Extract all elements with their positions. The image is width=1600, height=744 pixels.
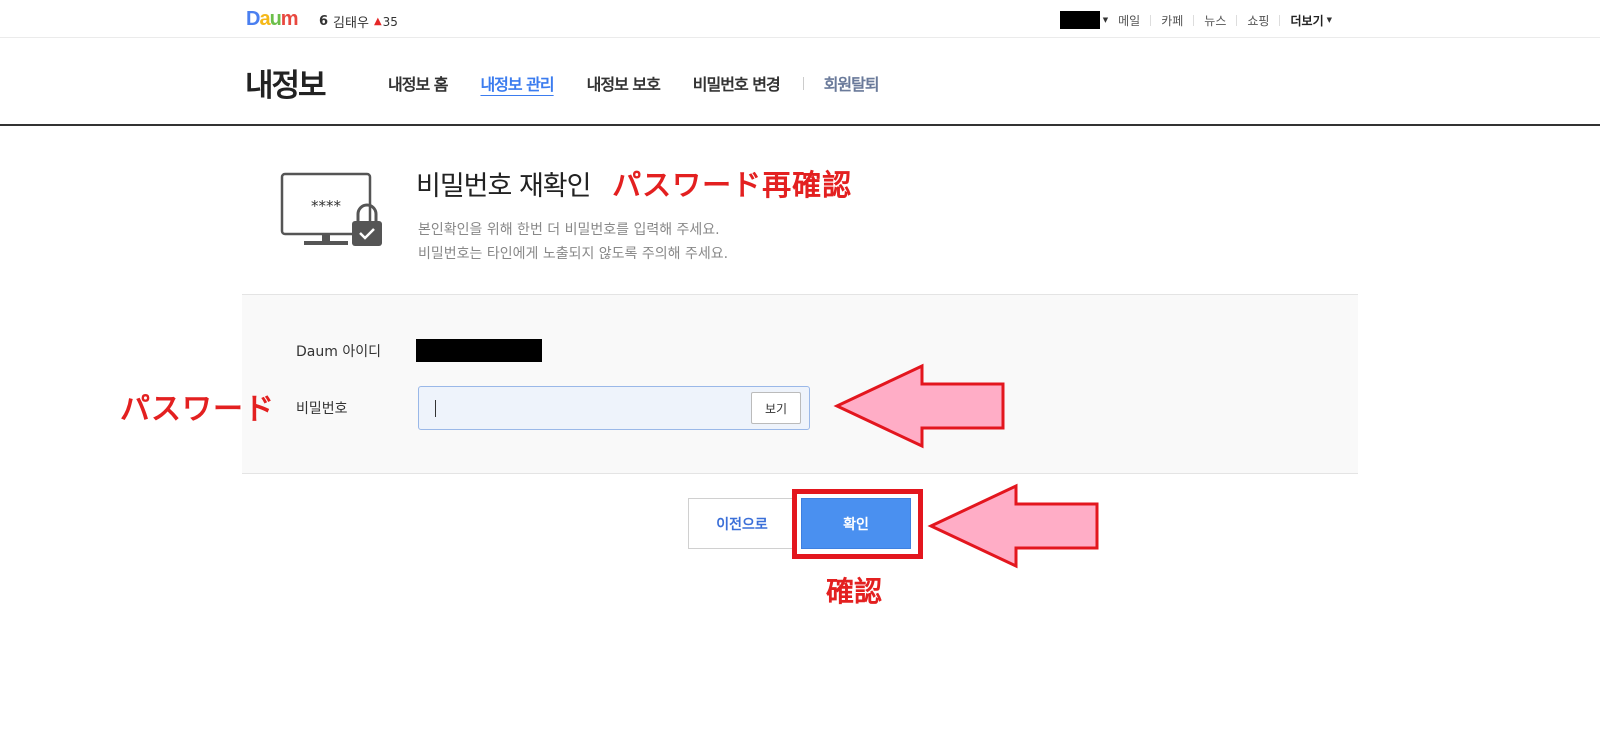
nav-separator bbox=[1236, 14, 1238, 26]
more-caret-icon: ▼ bbox=[1326, 16, 1332, 24]
tab-my-info-protect[interactable]: 내정보 보호 bbox=[587, 71, 661, 95]
rank-position: 6 bbox=[319, 14, 329, 29]
rank-up-icon: ▲ bbox=[373, 16, 382, 27]
tab-withdraw[interactable]: 회원탈퇴 bbox=[824, 71, 880, 95]
nav-cafe[interactable]: 카페 bbox=[1161, 12, 1183, 29]
tab-my-info-home[interactable]: 내정보 홈 bbox=[388, 71, 448, 95]
user-name-redacted[interactable] bbox=[1059, 11, 1100, 29]
svg-text:****: **** bbox=[311, 197, 342, 215]
nav-separator bbox=[1279, 14, 1281, 26]
realtime-ranking[interactable]: 6 김태우 ▲ 35 bbox=[319, 12, 398, 31]
monitor-lock-icon: **** bbox=[280, 172, 382, 246]
daum-logo[interactable]: Daum bbox=[246, 8, 299, 30]
top-navigation: ▼ 메일 카페 뉴스 쇼핑 더보기 ▼ bbox=[1059, 11, 1332, 29]
nav-separator bbox=[1193, 14, 1195, 26]
header-tabs: 내정보 홈 내정보 관리 내정보 보호 비밀번호 변경 회원탈퇴 bbox=[388, 71, 912, 95]
nav-shopping[interactable]: 쇼핑 bbox=[1247, 12, 1269, 29]
nav-news[interactable]: 뉴스 bbox=[1204, 12, 1226, 29]
previous-button[interactable]: 이전으로 bbox=[688, 498, 796, 549]
page-header: 내정보 내정보 홈 내정보 관리 내정보 보호 비밀번호 변경 회원탈퇴 bbox=[0, 38, 1600, 126]
password-label: 비밀번호 bbox=[296, 401, 348, 417]
annotation-arrow-password bbox=[833, 363, 1005, 449]
annotation-password-jp: パスワード bbox=[120, 392, 275, 427]
password-form: Daum 아이디 비밀번호 보기 bbox=[242, 294, 1358, 474]
annotation-confirm-jp: 確認 bbox=[826, 575, 883, 608]
text-cursor bbox=[435, 400, 436, 417]
nav-mail[interactable]: 메일 bbox=[1118, 12, 1140, 29]
top-bar: Daum 6 김태우 ▲ 35 ▼ 메일 카페 뉴스 쇼핑 더보기 ▼ bbox=[0, 0, 1600, 38]
tab-my-info-manage[interactable]: 내정보 관리 bbox=[480, 71, 554, 95]
rank-keyword: 김태우 bbox=[333, 16, 369, 31]
password-reconfirm-heading: 비밀번호 재확인 bbox=[416, 171, 591, 202]
instruction-text: 본인확인을 위해 한번 더 비밀번호를 입력해 주세요. 비밀번호는 타인에게 … bbox=[418, 218, 728, 266]
annotation-arrow-confirm bbox=[927, 483, 1099, 569]
heading-row: 비밀번호 재확인 パスワード再確認 bbox=[416, 162, 852, 204]
tab-divider bbox=[802, 76, 804, 90]
page-title[interactable]: 내정보 bbox=[245, 60, 327, 105]
nav-separator bbox=[1150, 14, 1152, 26]
tab-change-password[interactable]: 비밀번호 변경 bbox=[693, 71, 781, 95]
annotation-highlight-box bbox=[792, 489, 923, 559]
id-label: Daum 아이디 bbox=[296, 344, 381, 360]
annotation-password-reconfirm-jp: パスワード再確認 bbox=[612, 168, 853, 202]
password-input[interactable]: 보기 bbox=[418, 386, 810, 430]
user-id-redacted bbox=[416, 339, 542, 362]
show-password-button[interactable]: 보기 bbox=[751, 392, 801, 424]
nav-more[interactable]: 더보기 bbox=[1290, 12, 1323, 29]
instruction-line-1: 본인확인을 위해 한번 더 비밀번호를 입력해 주세요. bbox=[418, 222, 720, 238]
instruction-line-2: 비밀번호는 타인에게 노출되지 않도록 주의해 주세요. bbox=[418, 246, 729, 262]
user-menu-caret-icon[interactable]: ▼ bbox=[1103, 16, 1108, 24]
rank-change: 35 bbox=[382, 14, 398, 29]
